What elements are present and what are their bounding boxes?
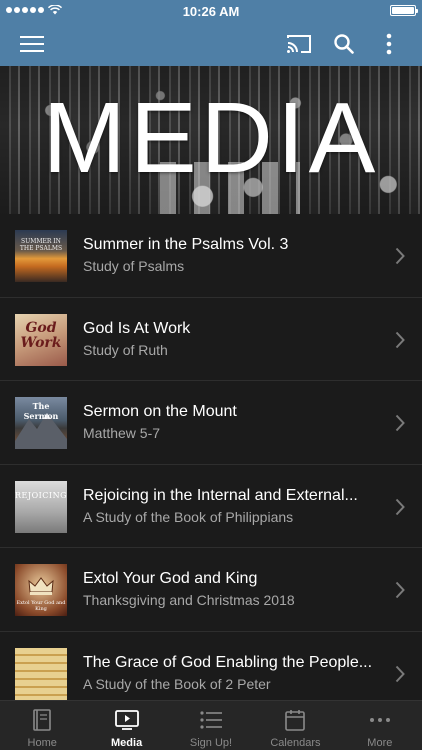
tab-label: More	[367, 737, 393, 749]
chevron-right-icon	[395, 414, 405, 432]
media-thumbnail: SUMMER IN THE PSALMS	[15, 230, 67, 282]
list-icon	[200, 711, 223, 729]
hamburger-menu-icon	[20, 36, 44, 52]
chevron-right-icon	[395, 581, 405, 599]
more-options-button[interactable]	[374, 30, 404, 58]
more-dots-icon	[369, 718, 390, 722]
thumbnail-text: REJOICING	[15, 490, 67, 500]
tab-more[interactable]: More	[338, 701, 422, 750]
tab-label: Calendars	[270, 737, 321, 749]
calendar-icon	[285, 710, 306, 731]
media-item-rejoicing[interactable]: REJOICING Rejoicing in the Internal and …	[0, 465, 422, 548]
tab-label: Home	[27, 737, 57, 749]
media-item-subtitle: Matthew 5-7	[83, 425, 161, 441]
media-item-subtitle: Study of Psalms	[83, 258, 185, 274]
search-button[interactable]	[329, 30, 359, 58]
cast-icon	[287, 35, 311, 53]
tab-label: Sign Up!	[189, 737, 233, 749]
media-item-sermon-on-the-mount[interactable]: The Sermon Sermon on the Mount Matthew 5…	[0, 381, 422, 465]
media-item-title: Sermon on the Mount	[83, 403, 237, 420]
media-list: SUMMER IN THE PSALMS Summer in the Psalm…	[0, 214, 422, 700]
media-item-god-is-at-work[interactable]: God Work God Is At Work Study of Ruth	[0, 298, 422, 381]
menu-button[interactable]	[17, 30, 47, 58]
media-item-title: Summer in the Psalms Vol. 3	[83, 236, 289, 253]
tab-label: Media	[111, 737, 143, 749]
media-item-title: Extol Your God and King	[83, 570, 258, 587]
media-banner: MEDIA	[0, 66, 422, 214]
media-item-title: Rejoicing in the Internal and External..…	[83, 486, 358, 504]
media-item-grace-of-god[interactable]: The Grace of God Enabling the People... …	[0, 632, 422, 701]
thumbnail-text: SUMMER IN THE PSALMS	[19, 238, 63, 252]
media-thumbnail: The Sermon	[15, 397, 67, 449]
tab-bar: Home Media Sign Up! Calendars More	[0, 700, 422, 750]
media-item-subtitle: A Study of the Book of 2 Peter	[83, 675, 271, 692]
media-item-summer-in-the-psalms[interactable]: SUMMER IN THE PSALMS Summer in the Psalm…	[0, 214, 422, 298]
media-thumbnail: REJOICING	[15, 480, 67, 533]
search-icon	[334, 34, 354, 54]
chevron-right-icon	[395, 665, 405, 682]
banner-title: MEDIA	[42, 82, 380, 194]
media-item-subtitle: A Study of the Book of Philippians	[83, 508, 294, 525]
tab-home[interactable]: Home	[0, 701, 84, 750]
thumbnail-text: God Work	[20, 319, 62, 351]
nav-bar	[0, 22, 422, 66]
status-bar: 10:26 AM	[0, 0, 422, 22]
media-thumbnail	[15, 647, 67, 700]
vertical-dots-icon	[386, 33, 392, 55]
tab-sign-up[interactable]: Sign Up!	[169, 701, 253, 750]
media-thumbnail: Extol Your God and King	[15, 564, 67, 616]
media-item-extol-your-god[interactable]: Extol Your God and King Extol Your God a…	[0, 548, 422, 632]
chevron-right-icon	[395, 331, 405, 348]
thumbnail-text: Extol Your God and King	[16, 600, 66, 612]
tab-media[interactable]: Media	[84, 701, 168, 750]
tab-calendars[interactable]: Calendars	[253, 701, 337, 750]
media-item-subtitle: Thanksgiving and Christmas 2018	[83, 592, 295, 608]
battery-icon	[390, 5, 418, 16]
chevron-right-icon	[395, 498, 405, 515]
status-time: 10:26 AM	[182, 4, 240, 19]
book-icon	[33, 709, 52, 731]
media-item-title: The Grace of God Enabling the People...	[83, 653, 373, 671]
media-item-title: God Is At Work	[83, 319, 191, 337]
app-root: 10:26 AM MEDIA SUMMER IN THE PSALMS Summ…	[0, 0, 422, 750]
media-thumbnail: God Work	[15, 313, 67, 366]
thumbnail-text: The Sermon	[23, 401, 59, 421]
chevron-right-icon	[395, 247, 405, 265]
media-play-icon	[114, 710, 139, 730]
cast-button[interactable]	[284, 30, 314, 58]
media-item-subtitle: Study of Ruth	[83, 341, 168, 358]
crown-icon	[28, 577, 54, 595]
